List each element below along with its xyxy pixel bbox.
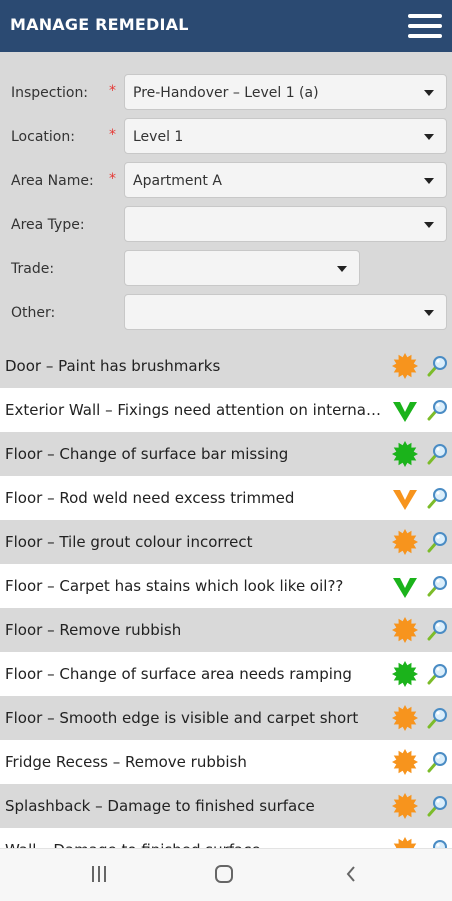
magnifier-icon[interactable] <box>426 839 448 848</box>
starburst-status-icon <box>392 661 418 687</box>
area-name-value: Apartment A <box>133 173 222 189</box>
required-marker: * <box>109 171 116 187</box>
chevron-status-icon <box>393 490 417 510</box>
list-item[interactable]: Floor – Rod weld need excess trimmed <box>0 476 452 520</box>
list-item-text: Exterior Wall – Fixings need attention o… <box>5 401 383 419</box>
list-item-text: Fridge Recess – Remove rubbish <box>5 753 247 771</box>
magnifier-icon[interactable] <box>426 751 448 773</box>
filter-area-name: Area Name: * Apartment A <box>0 161 452 201</box>
magnifier-icon[interactable] <box>426 795 448 817</box>
list-item[interactable]: Door – Paint has brushmarks <box>0 344 452 388</box>
filter-area-type: Area Type: <box>0 205 452 245</box>
home-icon[interactable] <box>215 865 233 883</box>
location-label: Location: <box>11 129 75 145</box>
starburst-status-icon <box>392 793 418 819</box>
dropdown-arrow-icon <box>337 266 347 272</box>
list-item-text: Floor – Rod weld need excess trimmed <box>5 489 295 507</box>
magnifier-icon[interactable] <box>426 443 448 465</box>
required-marker: * <box>109 127 116 143</box>
dropdown-arrow-icon <box>424 178 434 184</box>
location-select[interactable]: Level 1 <box>124 118 447 154</box>
starburst-status-icon <box>393 837 417 848</box>
filter-trade: Trade: <box>0 249 452 289</box>
list-item[interactable]: Floor – Tile grout colour incorrect <box>0 520 452 564</box>
starburst-status-icon <box>392 617 418 643</box>
starburst-status-icon <box>392 529 418 555</box>
list-item[interactable]: Floor – Change of surface area needs ram… <box>0 652 452 696</box>
list-item-text: Floor – Change of surface bar missing <box>5 445 289 463</box>
chevron-status-icon <box>393 402 417 422</box>
inspection-label: Inspection: <box>11 85 89 101</box>
recent-apps-icon[interactable] <box>90 866 108 882</box>
list-item[interactable]: Floor – Smooth edge is visible and carpe… <box>0 696 452 740</box>
magnifier-icon[interactable] <box>426 355 448 377</box>
magnifier-icon[interactable] <box>426 575 448 597</box>
list-item-text: Floor – Change of surface area needs ram… <box>5 665 352 683</box>
inspection-value: Pre-Handover – Level 1 (a) <box>133 85 319 101</box>
list-item[interactable]: Splashback – Damage to finished surface <box>0 784 452 828</box>
list-item-text: Floor – Smooth edge is visible and carpe… <box>5 709 359 727</box>
magnifier-icon[interactable] <box>426 531 448 553</box>
list-item-text: Wall – Damage to finished surface <box>5 841 383 848</box>
list-item-text: Floor – Remove rubbish <box>5 621 182 639</box>
list-item[interactable]: Floor – Change of surface bar missing <box>0 432 452 476</box>
starburst-status-icon <box>392 749 418 775</box>
magnifier-icon[interactable] <box>426 487 448 509</box>
remedial-list: Door – Paint has brushmarks Exterior Wall… <box>0 344 452 848</box>
list-item-text: Splashback – Damage to finished surface <box>5 797 315 815</box>
starburst-status-icon <box>392 441 418 467</box>
list-item-text: Floor – Tile grout colour incorrect <box>5 533 253 551</box>
list-item[interactable]: Floor – Remove rubbish <box>0 608 452 652</box>
app-header: MANAGE REMEDIAL <box>0 0 452 52</box>
dropdown-arrow-icon <box>424 90 434 96</box>
dropdown-arrow-icon <box>424 222 434 228</box>
magnifier-icon[interactable] <box>426 399 448 421</box>
list-item[interactable]: Fridge Recess – Remove rubbish <box>0 740 452 784</box>
filter-inspection: Inspection: * Pre-Handover – Level 1 (a) <box>0 73 452 113</box>
starburst-status-icon <box>392 705 418 731</box>
other-select[interactable] <box>124 294 447 330</box>
page-title: MANAGE REMEDIAL <box>10 15 189 34</box>
magnifier-icon[interactable] <box>426 707 448 729</box>
system-nav-bar <box>0 848 452 901</box>
location-value: Level 1 <box>133 129 184 145</box>
chevron-status-icon <box>393 578 417 598</box>
inspection-select[interactable]: Pre-Handover – Level 1 (a) <box>124 74 447 110</box>
magnifier-icon[interactable] <box>426 619 448 641</box>
filter-other: Other: <box>0 293 452 333</box>
trade-label: Trade: <box>11 261 55 277</box>
magnifier-icon[interactable] <box>426 663 448 685</box>
area-name-label: Area Name: <box>11 173 94 189</box>
filter-location: Location: * Level 1 <box>0 117 452 157</box>
required-marker: * <box>109 83 116 99</box>
list-item[interactable]: Exterior Wall – Fixings need attention o… <box>0 388 452 432</box>
menu-icon[interactable] <box>408 12 442 40</box>
starburst-status-icon <box>392 353 418 379</box>
list-item-text: Floor – Carpet has stains which look lik… <box>5 577 344 595</box>
dropdown-arrow-icon <box>424 134 434 140</box>
area-name-select[interactable]: Apartment A <box>124 162 447 198</box>
list-item-text: Door – Paint has brushmarks <box>5 357 221 375</box>
dropdown-arrow-icon <box>424 310 434 316</box>
list-item[interactable]: Wall – Damage to finished surface <box>0 828 452 848</box>
trade-select[interactable] <box>124 250 360 286</box>
other-label: Other: <box>11 305 56 321</box>
list-item[interactable]: Floor – Carpet has stains which look lik… <box>0 564 452 608</box>
area-type-label: Area Type: <box>11 217 85 233</box>
filter-panel: Inspection: * Pre-Handover – Level 1 (a)… <box>0 52 452 344</box>
area-type-select[interactable] <box>124 206 447 242</box>
back-icon[interactable] <box>345 865 357 883</box>
